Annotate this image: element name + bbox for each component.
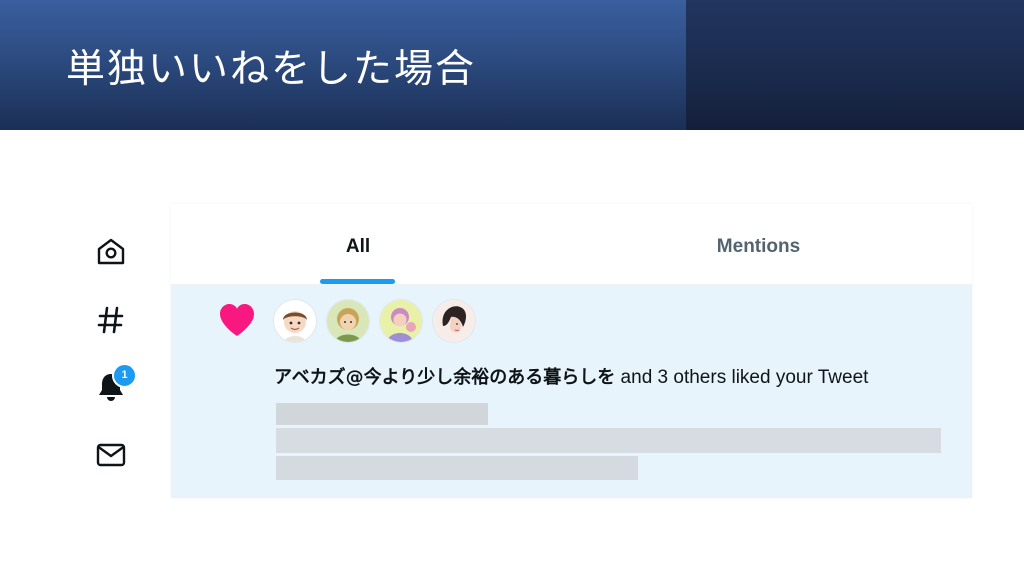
- mail-icon[interactable]: [95, 439, 127, 471]
- notification-text: アベカズ@今より少し余裕のある暮らしを and 3 others liked y…: [274, 363, 868, 389]
- tab-all[interactable]: All: [171, 204, 545, 284]
- notification-user-name[interactable]: アベカズ@今より少し余裕のある暮らしを: [274, 367, 615, 388]
- slide-banner: 単独いいねをした場合: [0, 0, 1024, 130]
- slide-title: 単独いいねをした場合: [66, 47, 477, 92]
- banner-accent-block: [686, 0, 1024, 130]
- like-notification[interactable]: アベカズ@今より少し余裕のある暮らしを and 3 others liked y…: [171, 285, 972, 498]
- heart-icon: [218, 302, 256, 338]
- hashtag-icon[interactable]: [95, 304, 127, 336]
- avatar[interactable]: [432, 299, 476, 343]
- avatar[interactable]: [326, 299, 370, 343]
- redacted-tweet-content: [276, 403, 941, 481]
- avatar[interactable]: [379, 299, 423, 343]
- notifications-panel: All Mentions アベカズ@今より少し余裕のある暮らしを and 3 o…: [171, 204, 972, 498]
- notification-action-text: and 3 others liked your Tweet: [615, 367, 869, 388]
- home-icon[interactable]: [95, 236, 127, 268]
- tab-mentions[interactable]: Mentions: [545, 204, 972, 284]
- notification-badge: 1: [112, 363, 137, 388]
- avatar[interactable]: [273, 299, 317, 343]
